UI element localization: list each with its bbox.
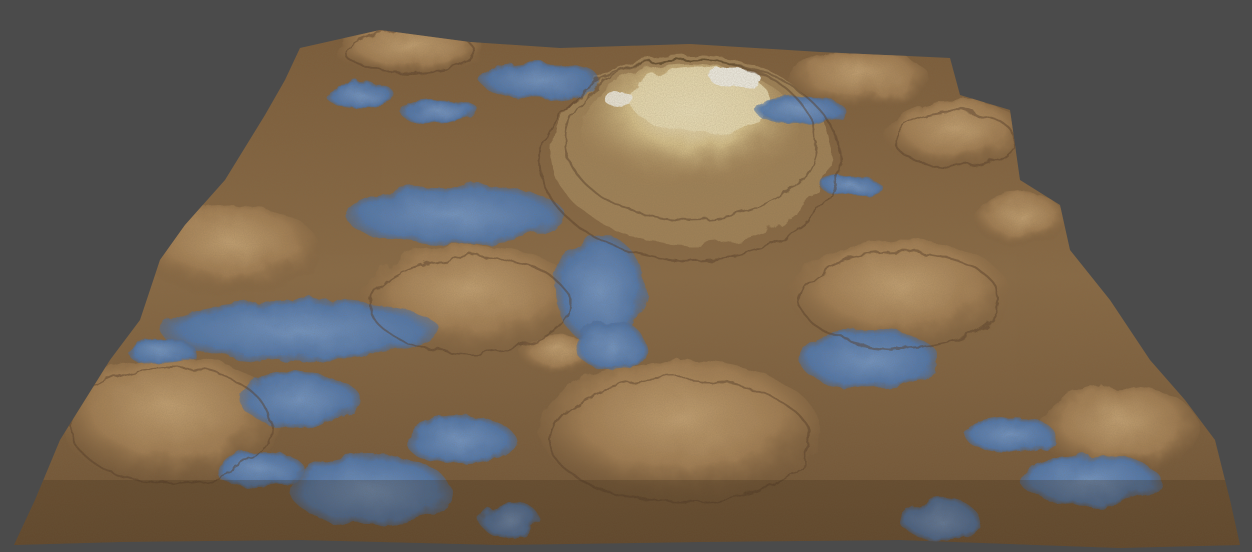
terrain-surface [14,30,1240,548]
terrain-scene [14,30,1240,548]
render-viewport[interactable] [0,0,1252,552]
